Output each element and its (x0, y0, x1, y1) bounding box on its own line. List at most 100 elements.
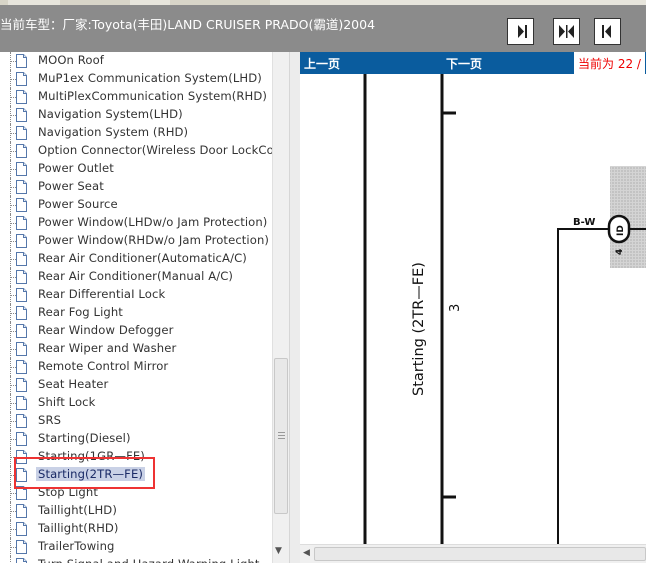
first-page-button[interactable] (507, 18, 534, 45)
tree-item[interactable]: Navigation System(LHD) (0, 106, 272, 124)
document-icon (16, 324, 27, 338)
tree-item[interactable]: Taillight(RHD) (0, 520, 272, 538)
tree-item[interactable]: Power Window(RHDw/o Jam Protection) (0, 232, 272, 250)
tree-item[interactable]: Rear DifferentiaI Lock (0, 286, 272, 304)
document-icon (16, 108, 27, 122)
tree-item[interactable]: MuP1ex Communication System(LHD) (0, 70, 272, 88)
tree-vertical-scrollbar[interactable]: ▼ (272, 52, 289, 563)
section-number: 3 (448, 304, 463, 312)
tree-item-label: Rear DifferentiaI Lock (38, 287, 166, 301)
document-icon (16, 396, 27, 410)
tree-item[interactable]: Rear Fog Light (0, 304, 272, 322)
document-icon (16, 540, 27, 554)
wiring-diagram: Starting (2TR—FE) 3 B-W ID 4 (363, 74, 646, 544)
tree-item[interactable]: Seat Heater (0, 376, 272, 394)
viewer-horizontal-scrollbar[interactable]: ◀ (300, 544, 646, 563)
wire-label: B-W (573, 217, 595, 228)
document-icon (16, 378, 27, 392)
tree-item-label: Remote Control Mirror (38, 359, 169, 373)
tree-item-label: MOOn Roof (38, 53, 104, 67)
document-icon (16, 144, 27, 158)
skip-back-icon (602, 25, 611, 38)
two-page-icon (559, 25, 574, 38)
document-icon (16, 90, 27, 104)
scroll-down-arrow-icon[interactable]: ▼ (275, 546, 282, 556)
tree-item[interactable]: Remote Control Mirror (0, 358, 272, 376)
dual-page-button[interactable] (553, 18, 580, 45)
selection-highlight-box (14, 457, 155, 489)
tree-item-label: TrailerTowing (38, 539, 115, 553)
tree-item-label: Turn Signal and Hazard Warning Light (38, 557, 260, 563)
document-icon (16, 558, 27, 563)
document-icon (16, 522, 27, 536)
tree-item-label: Power Outlet (38, 161, 114, 175)
tree-item[interactable]: Rear Wiper and Washer (0, 340, 272, 358)
tree-item[interactable]: Option Connector(Wireless Door LockCon (0, 142, 272, 160)
tree-scroll-thumb[interactable] (274, 358, 288, 514)
panel-splitter[interactable] (289, 52, 300, 563)
tree-item-label: Shift Lock (38, 395, 96, 409)
tree-item[interactable]: Turn Signal and Hazard Warning Light (0, 556, 272, 563)
document-icon (16, 126, 27, 140)
tree-item-label: Option Connector(Wireless Door LockCon (38, 143, 272, 157)
document-icon (16, 288, 27, 302)
tree-item[interactable]: Rear Air Conditioner(AutomaticA/C) (0, 250, 272, 268)
prev-page-button[interactable] (594, 18, 621, 45)
viewer-toolbar: 上一页 下一页 当前为 22 / (300, 52, 646, 74)
document-icon (16, 72, 27, 86)
connector-label: ID (616, 225, 626, 236)
model-tree-panel: MOOn Roof MuP1ex Communication System(LHD… (0, 52, 289, 563)
diagram-title: Starting (2TR—FE) (411, 262, 427, 396)
tree-item[interactable]: Starting(Diesel) (0, 430, 272, 448)
tree-item[interactable]: MOOn Roof (0, 52, 272, 70)
document-icon (16, 216, 27, 230)
tree-item-label: Navigation System (RHD) (38, 125, 189, 139)
tree-connector-line (10, 556, 11, 563)
tree-item-label: Power Seat (38, 179, 104, 193)
prev-page-link[interactable]: 上一页 (304, 55, 340, 72)
tree-item[interactable]: Power Source (0, 196, 272, 214)
tree-item-label: Rear Air Conditioner(AutomaticA/C) (38, 251, 247, 265)
tree-item-label: Rear Air Conditioner(Manual A/C) (38, 269, 234, 283)
document-icon (16, 342, 27, 356)
tree-item-label: Seat Heater (38, 377, 109, 391)
viewer-scroll-thumb[interactable] (314, 547, 646, 561)
document-icon (16, 180, 27, 194)
tree-item[interactable]: Taillight(LHD) (0, 502, 272, 520)
document-icon (16, 360, 27, 374)
document-icon (16, 162, 27, 176)
document-icon (16, 234, 27, 248)
tree-item-label: Power Source (38, 197, 118, 211)
document-icon (16, 504, 27, 518)
tree-item[interactable]: Shift Lock (0, 394, 272, 412)
wire-bw (557, 228, 608, 544)
tree-item-label: MuItiPlexCommunication System(RHD) (38, 89, 267, 103)
scroll-left-arrow-icon[interactable]: ◀ (303, 548, 310, 558)
document-icon (16, 306, 27, 320)
tree-item-label: Taillight(LHD) (38, 503, 117, 517)
tree-item[interactable]: Power Window(LHDw/o Jam Protection) (0, 214, 272, 232)
tree-item[interactable]: Power Seat (0, 178, 272, 196)
document-icon (16, 252, 27, 266)
header-bar: 当前车型：厂家:Toyota(丰田)LAND CRUISER PRADO(霸道)… (0, 5, 646, 52)
vehicle-title: 当前车型：厂家:Toyota(丰田)LAND CRUISER PRADO(霸道)… (0, 17, 376, 32)
tree-item-label: Rear Fog Light (38, 305, 123, 319)
diagram-viewer: 上一页 下一页 当前为 22 / Starting (2TR—FE) 3 B-W… (300, 52, 646, 563)
tree-item[interactable]: Power Outlet (0, 160, 272, 178)
tree-item[interactable]: TrailerTowing (0, 538, 272, 556)
connector-pin: 4 (615, 249, 625, 255)
skip-to-end-icon (518, 25, 527, 38)
next-page-link[interactable]: 下一页 (446, 55, 482, 72)
tree-item[interactable]: SRS (0, 412, 272, 430)
document-icon (16, 414, 27, 428)
tree-item[interactable]: Navigation System (RHD) (0, 124, 272, 142)
tree-item-label: Power Window(RHDw/o Jam Protection) (38, 233, 270, 247)
tree-item-label: Power Window(LHDw/o Jam Protection) (38, 215, 268, 229)
tree-item-label: SRS (38, 413, 62, 427)
tree-item[interactable]: Rear Air Conditioner(Manual A/C) (0, 268, 272, 286)
tree-item-label: MuP1ex Communication System(LHD) (38, 71, 262, 85)
document-icon (16, 432, 27, 446)
document-icon (16, 54, 27, 68)
tree-item[interactable]: Rear Window Defogger (0, 322, 272, 340)
tree-item[interactable]: MuItiPlexCommunication System(RHD) (0, 88, 272, 106)
